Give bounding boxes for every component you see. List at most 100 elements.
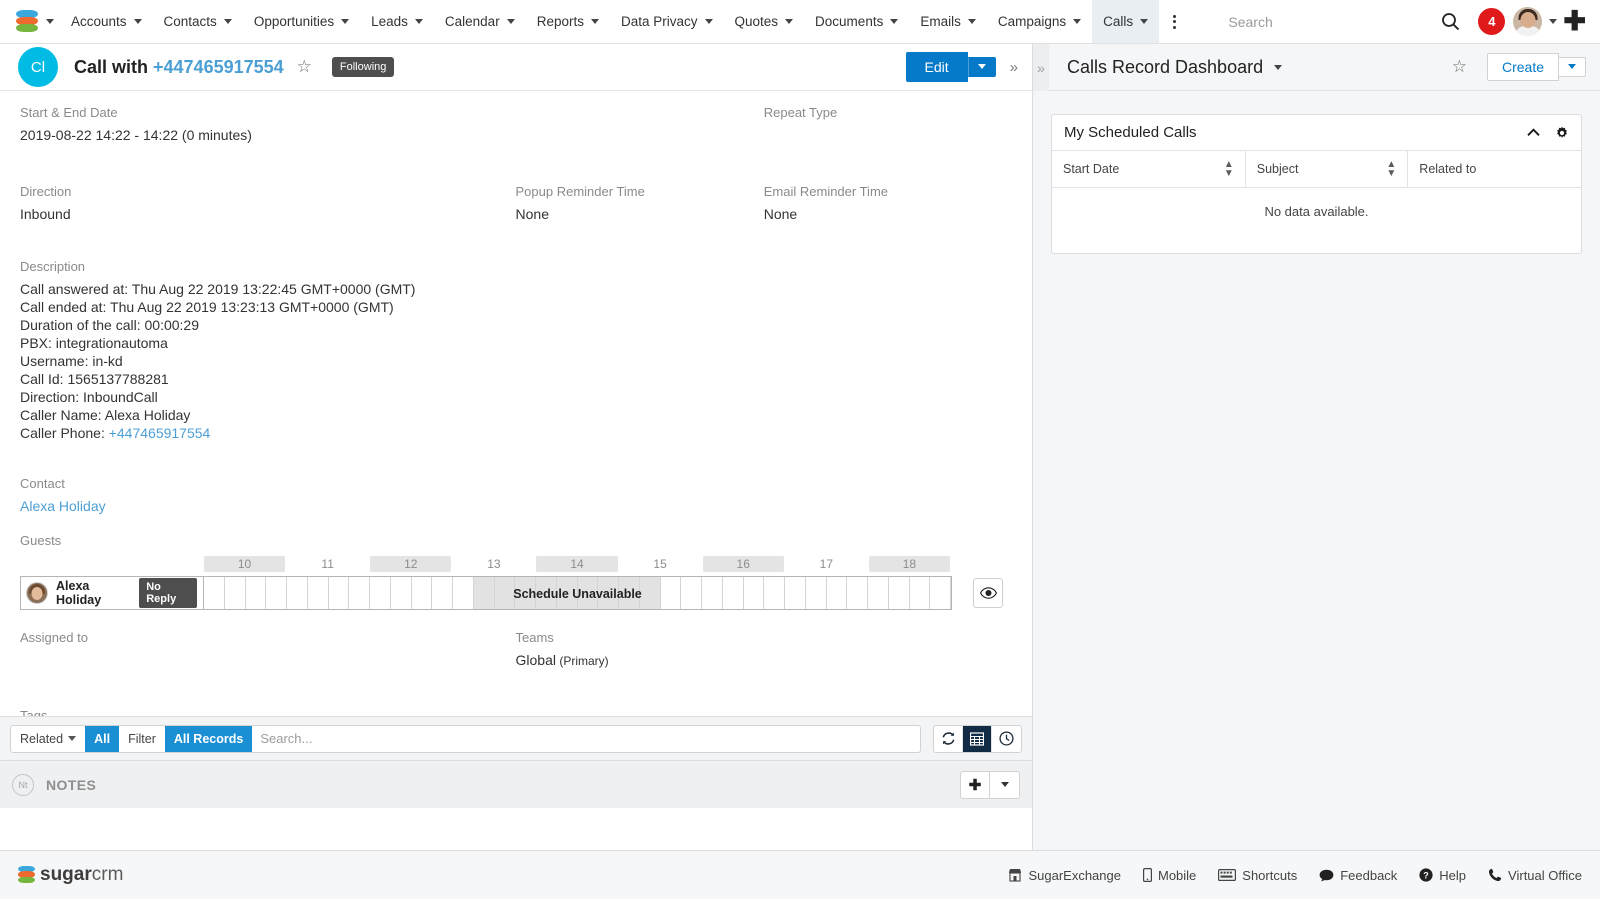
filter-all-button[interactable]: All bbox=[85, 725, 120, 752]
scheduler-slot[interactable] bbox=[266, 577, 287, 609]
footer-link-feedback[interactable]: Feedback bbox=[1319, 868, 1397, 883]
star-outline-icon[interactable]: ☆ bbox=[297, 57, 312, 77]
field-value[interactable] bbox=[20, 651, 516, 669]
scheduler-slot[interactable] bbox=[246, 577, 267, 609]
scheduler-slot[interactable] bbox=[515, 577, 536, 609]
scheduler-slot[interactable] bbox=[494, 577, 516, 609]
chevron-down-icon[interactable] bbox=[590, 19, 599, 24]
app-logo-area[interactable] bbox=[0, 0, 60, 43]
scheduler-slot[interactable] bbox=[910, 577, 931, 609]
refresh-icon[interactable] bbox=[934, 725, 963, 752]
create-dropdown-chevron-down-icon[interactable] bbox=[1559, 57, 1586, 77]
record-title-phone-link[interactable]: +447465917554 bbox=[153, 57, 284, 77]
chevron-down-icon[interactable] bbox=[1073, 19, 1082, 24]
notes-related-panel[interactable]: Nt NOTES ✚ bbox=[0, 760, 1032, 808]
scheduler-slot[interactable] bbox=[329, 577, 350, 609]
contact-link[interactable]: Alexa Holiday bbox=[20, 498, 106, 514]
notes-actions-caret-down-icon[interactable] bbox=[990, 770, 1020, 799]
scheduler-slot[interactable] bbox=[681, 577, 702, 609]
scheduler-grid[interactable]: Alexa Holiday No Reply Schedule Unavaila… bbox=[20, 576, 952, 610]
scheduler-slot[interactable] bbox=[930, 577, 951, 609]
field-value[interactable]: None bbox=[764, 205, 1012, 223]
scheduler-slot[interactable] bbox=[453, 577, 474, 609]
scheduler-slot[interactable] bbox=[473, 577, 495, 609]
scheduler-slot[interactable] bbox=[536, 577, 557, 609]
scheduler-guest-row[interactable]: Alexa Holiday No Reply bbox=[21, 577, 204, 609]
nav-item-contacts[interactable]: Contacts bbox=[153, 0, 243, 43]
scheduler-slot[interactable] bbox=[764, 577, 785, 609]
field-value[interactable]: None bbox=[516, 205, 764, 223]
field-value[interactable] bbox=[764, 126, 1012, 144]
scheduler-slot[interactable] bbox=[577, 577, 599, 609]
description-body[interactable]: Call answered at: Thu Aug 22 2019 13:22:… bbox=[20, 280, 1012, 442]
avatar[interactable] bbox=[1513, 7, 1543, 36]
nav-item-emails[interactable]: Emails bbox=[909, 0, 987, 43]
footer-link-sugarexchange[interactable]: SugarExchange bbox=[1008, 868, 1121, 883]
scheduler-slot[interactable] bbox=[204, 577, 225, 609]
clock-icon[interactable] bbox=[992, 726, 1021, 752]
scheduler-slot[interactable] bbox=[723, 577, 744, 609]
dashboard-caret-down-icon[interactable] bbox=[1274, 64, 1283, 70]
caller-phone-link[interactable]: +447465917554 bbox=[109, 425, 211, 441]
scheduler-slot[interactable] bbox=[639, 577, 661, 609]
field-value[interactable]: 2019-08-22 14:22 - 14:22 (0 minutes) bbox=[20, 126, 516, 144]
column-header-subject[interactable]: Subject ▲ ▼ bbox=[1245, 151, 1409, 188]
scheduler-slot[interactable] bbox=[868, 577, 889, 609]
logo-chevron-down-icon[interactable] bbox=[46, 19, 54, 24]
nav-item-opportunities[interactable]: Opportunities bbox=[243, 0, 360, 43]
chevron-down-icon[interactable] bbox=[133, 19, 142, 24]
chevron-down-icon[interactable] bbox=[1140, 19, 1149, 24]
nav-item-quotes[interactable]: Quotes bbox=[724, 0, 805, 43]
search-input[interactable] bbox=[1226, 12, 1431, 31]
scheduler-slots[interactable] bbox=[204, 577, 951, 609]
scheduler-slot[interactable] bbox=[702, 577, 723, 609]
column-header-start-date[interactable]: Start Date ▲ ▼ bbox=[1052, 151, 1246, 188]
create-button[interactable]: Create bbox=[1486, 53, 1559, 81]
add-note-plus-icon[interactable]: ✚ bbox=[960, 770, 990, 799]
scheduler-slot[interactable] bbox=[308, 577, 329, 609]
sort-toggle-icon[interactable]: ▲ ▼ bbox=[1224, 160, 1234, 179]
nav-item-leads[interactable]: Leads bbox=[360, 0, 434, 43]
footer-link-shortcuts[interactable]: Shortcuts bbox=[1218, 868, 1297, 883]
global-search[interactable] bbox=[1220, 12, 1431, 31]
scheduler-slot[interactable] bbox=[806, 577, 827, 609]
footer-link-help[interactable]: ? Help bbox=[1419, 868, 1466, 883]
footer-link-virtual-office[interactable]: Virtual Office bbox=[1488, 868, 1582, 883]
footer-logo[interactable]: sugarcrm bbox=[18, 864, 123, 886]
scheduler-slot[interactable] bbox=[412, 577, 433, 609]
chevron-down-icon[interactable] bbox=[506, 19, 515, 24]
nav-item-data-privacy[interactable]: Data Privacy bbox=[610, 0, 724, 43]
scheduler-slot[interactable] bbox=[225, 577, 246, 609]
eye-icon[interactable] bbox=[973, 578, 1003, 608]
sort-toggle-icon[interactable]: ▲ ▼ bbox=[1386, 160, 1396, 179]
scheduler-slot[interactable] bbox=[661, 577, 682, 609]
scheduler-slot[interactable] bbox=[827, 577, 848, 609]
search-icon[interactable] bbox=[1430, 0, 1470, 44]
kebab-menu-icon[interactable] bbox=[1159, 0, 1190, 43]
scheduler-slot[interactable] bbox=[370, 577, 391, 609]
scheduler-slot[interactable] bbox=[619, 577, 640, 609]
chevron-down-icon[interactable] bbox=[414, 19, 423, 24]
dashboard-star-outline-icon[interactable]: ☆ bbox=[1452, 57, 1467, 77]
scheduler-slot[interactable] bbox=[889, 577, 910, 609]
scheduler-slot[interactable] bbox=[847, 577, 868, 609]
notification-badge[interactable]: 4 bbox=[1478, 8, 1506, 35]
nav-item-calendar[interactable]: Calendar bbox=[434, 0, 526, 43]
gear-icon[interactable] bbox=[1555, 126, 1569, 140]
related-dropdown[interactable]: Related bbox=[11, 726, 85, 752]
scheduler-slot[interactable] bbox=[349, 577, 370, 609]
sidebar-collapse-double-chevron-icon[interactable]: » bbox=[1033, 44, 1049, 91]
quick-create-plus-icon[interactable]: ✚ bbox=[1557, 8, 1586, 35]
scheduler-slot[interactable] bbox=[556, 577, 578, 609]
filter-label[interactable]: Filter bbox=[119, 726, 165, 752]
following-badge[interactable]: Following bbox=[331, 57, 395, 77]
chevron-down-icon[interactable] bbox=[704, 19, 713, 24]
chevron-down-icon[interactable] bbox=[890, 19, 899, 24]
grid-view-icon[interactable] bbox=[963, 725, 992, 752]
scheduler-slot[interactable] bbox=[598, 577, 619, 609]
nav-item-calls[interactable]: Calls bbox=[1092, 0, 1160, 43]
chevron-up-icon[interactable] bbox=[1527, 128, 1540, 137]
scheduler-slot[interactable] bbox=[432, 577, 453, 609]
chevron-down-icon[interactable] bbox=[785, 19, 794, 24]
filter-all-records-button[interactable]: All Records bbox=[164, 725, 253, 752]
